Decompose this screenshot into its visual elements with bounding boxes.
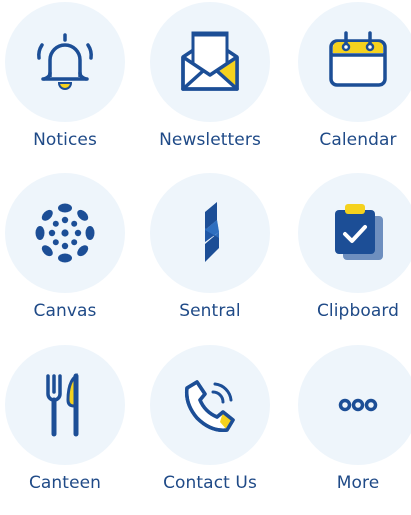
menu-item-calendar[interactable]: Calendar (288, 2, 411, 172)
menu-item-label: More (336, 473, 380, 493)
fork-knife-icon (46, 372, 79, 437)
menu-item-label: Canvas (33, 301, 97, 321)
icon-circle (298, 2, 411, 122)
app-menu-grid: Notices Newsletters Calendar Canvas Sent… (0, 0, 411, 493)
canvas-logo-icon (35, 203, 95, 263)
clipboard-icon (335, 204, 383, 260)
menu-item-sentral[interactable]: Sentral (140, 173, 280, 343)
phone-icon (184, 380, 235, 432)
envelope-icon (181, 31, 239, 91)
icon-circle (298, 173, 411, 293)
menu-item-notices[interactable]: Notices (0, 2, 135, 172)
icon-circle (298, 345, 411, 465)
sentral-logo-icon (205, 202, 219, 262)
icon-circle (5, 2, 125, 122)
more-dots-icon (338, 398, 378, 412)
menu-item-clipboard[interactable]: Clipboard (288, 173, 411, 343)
menu-item-label: Notices (33, 130, 97, 150)
bell-icon (37, 33, 93, 90)
menu-item-newsletters[interactable]: Newsletters (140, 2, 280, 172)
calendar-icon (329, 31, 387, 87)
menu-item-contact-us[interactable]: Contact Us (140, 345, 280, 515)
icon-circle (150, 2, 270, 122)
icon-circle (150, 173, 270, 293)
icon-circle (5, 345, 125, 465)
menu-item-label: Sentral (179, 301, 241, 321)
icon-circle (150, 345, 270, 465)
menu-item-label: Canteen (28, 473, 102, 493)
menu-item-label: Calendar (319, 130, 397, 150)
menu-item-label: Clipboard (316, 301, 400, 321)
menu-item-more[interactable]: More (288, 345, 411, 515)
icon-circle (5, 173, 125, 293)
menu-item-canteen[interactable]: Canteen (0, 345, 135, 515)
menu-item-canvas[interactable]: Canvas (0, 173, 135, 343)
menu-item-label: Contact Us (163, 473, 257, 493)
menu-item-label: Newsletters (159, 130, 261, 150)
